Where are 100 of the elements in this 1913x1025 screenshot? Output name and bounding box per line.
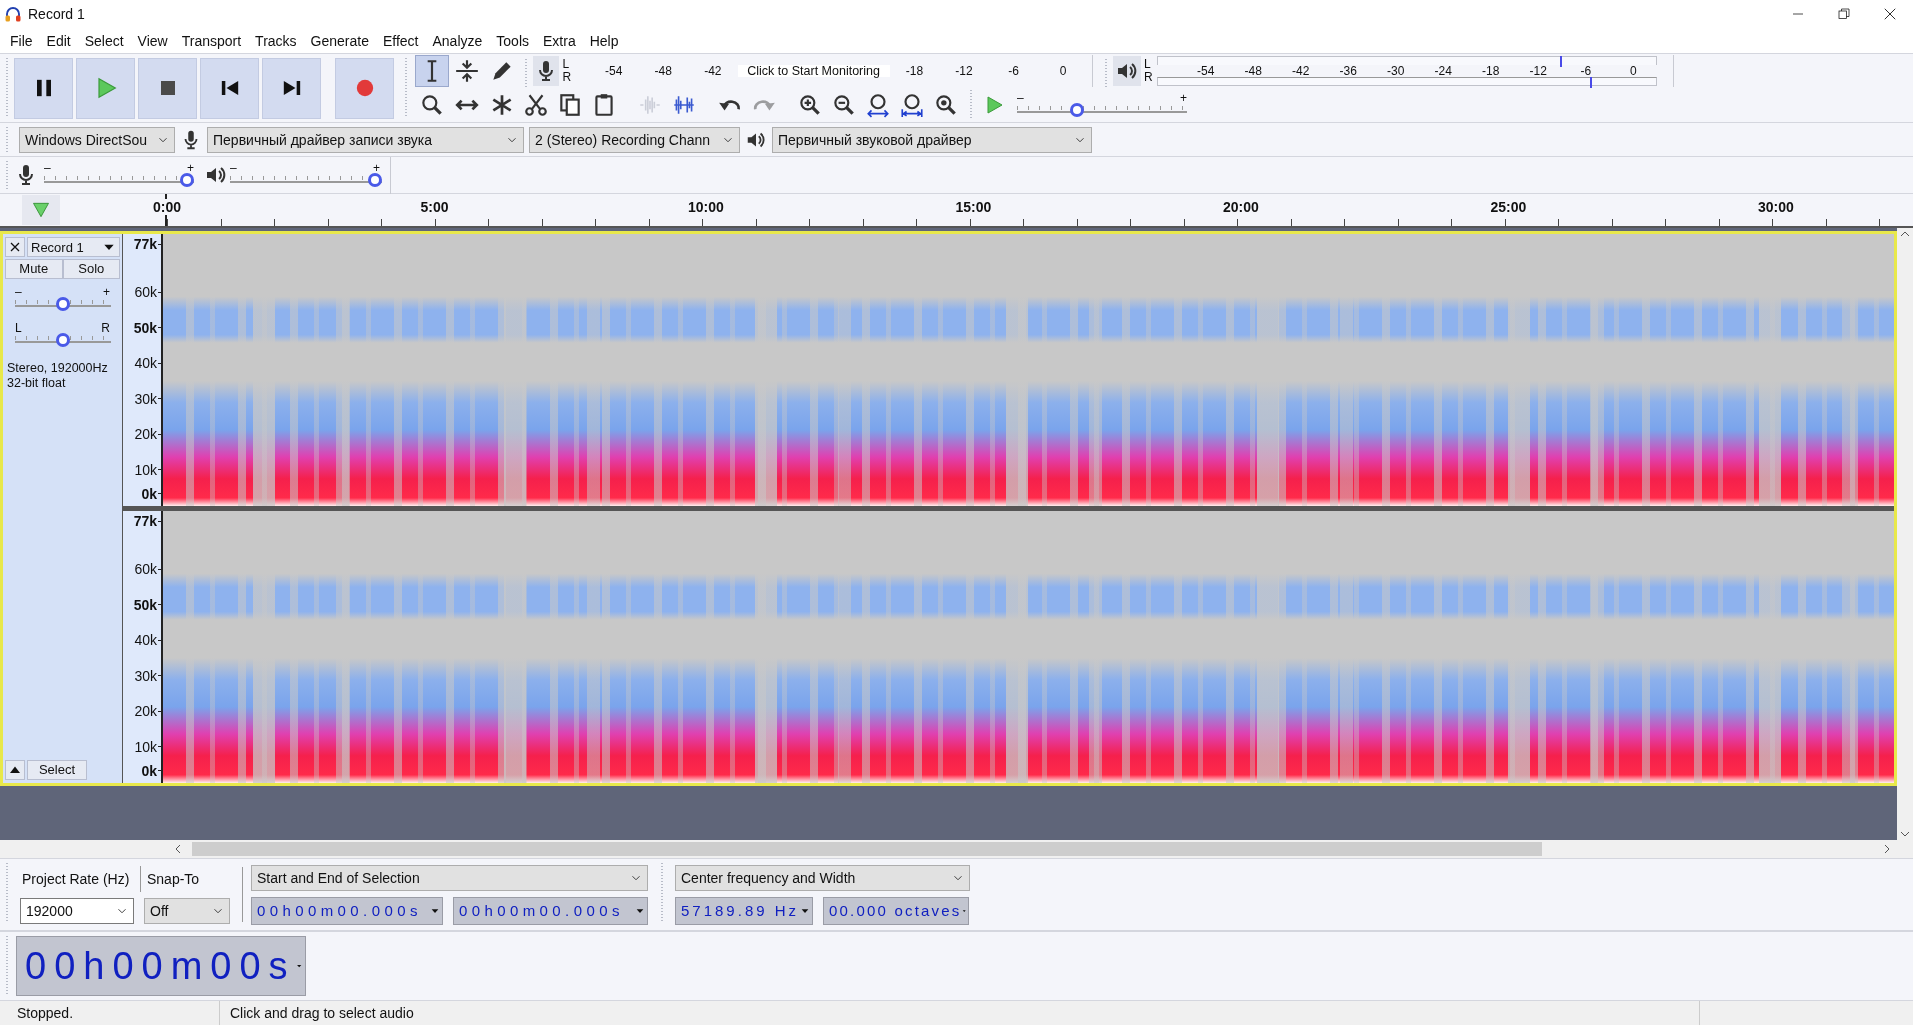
close-icon xyxy=(1883,7,1897,21)
menu-item[interactable]: Effect xyxy=(375,30,426,51)
meter-tick-label: -12 xyxy=(1528,64,1548,77)
skip-to-end-button[interactable] xyxy=(262,57,321,119)
axis-label: 30k xyxy=(134,667,161,684)
record-meter-button[interactable] xyxy=(533,56,560,86)
slider-thumb[interactable] xyxy=(180,173,194,187)
menu-item[interactable]: Select xyxy=(77,30,131,51)
close-track-button[interactable] xyxy=(5,237,25,257)
slider-thumb[interactable] xyxy=(1070,103,1085,117)
selection-mode-dropdown[interactable]: Start and End of Selection xyxy=(251,864,648,891)
collapse-button[interactable] xyxy=(5,760,25,780)
meter-tick-label: -18 xyxy=(904,65,925,77)
envelope-tool-icon xyxy=(454,58,480,84)
scissors-icon xyxy=(523,92,549,118)
meter-tick-label: -24 xyxy=(1433,64,1453,77)
meter-tick-label: -12 xyxy=(954,65,974,77)
center-frequency-field[interactable]: 57189.89 Hz xyxy=(675,896,813,925)
timeline-label: 30:00 xyxy=(1758,199,1794,215)
menu-item[interactable]: Help xyxy=(582,30,626,51)
snap-to-dropdown[interactable]: Off xyxy=(144,897,230,924)
timeline-label: 15:00 xyxy=(955,199,992,215)
timeline-label: 20:00 xyxy=(1223,199,1259,215)
menu-item[interactable]: Tracks xyxy=(248,30,304,51)
status-hint: Click and drag to select audio xyxy=(220,1001,1700,1025)
close-icon xyxy=(9,241,21,253)
tool-button[interactable] xyxy=(415,55,449,87)
menu-item[interactable]: Transport xyxy=(174,30,249,51)
timeline-label: 5:00 xyxy=(420,199,449,215)
meter-tick-label: -18 xyxy=(1481,64,1501,77)
pan-right-label: R xyxy=(101,323,110,333)
menu-item[interactable]: Tools xyxy=(489,30,536,51)
axis-label: 0k xyxy=(141,762,161,779)
solo-button[interactable]: Solo xyxy=(62,259,120,279)
menu-item[interactable]: Edit xyxy=(39,30,78,51)
axis-label: 30k xyxy=(134,390,161,407)
recording-device-dropdown[interactable]: Первичный драйвер записи звука xyxy=(207,126,524,153)
track-info: 32-bit float xyxy=(7,376,67,391)
stop-button[interactable] xyxy=(138,57,197,119)
track-info: Stereo, 192000Hz xyxy=(7,361,109,376)
restore-icon xyxy=(1838,8,1850,20)
record-button[interactable] xyxy=(335,57,394,119)
track-name-menu[interactable]: Record 1 xyxy=(27,237,120,257)
menu-item[interactable]: View xyxy=(130,30,175,51)
axis-label: 77k xyxy=(133,513,161,529)
slider-min-label: – xyxy=(1017,93,1024,103)
meter-tick-label: 0 xyxy=(1628,64,1638,77)
track-panel[interactable]: Record 1 Mute Solo – + L R Stereo, 192000Hz 32-bit float Select 77k 60k 50k 40k 30k 20k 10k 0k 77k 60k 50k 40k 30k 20k 10k 0k xyxy=(0,231,1897,786)
playback-device-dropdown[interactable]: Первичный звуковой драйвер xyxy=(772,126,1092,153)
meter-tick-label: -42 xyxy=(1291,64,1311,77)
slider-max-label: + xyxy=(373,163,380,173)
channels-dropdown[interactable]: 2 (Stereo) Recording Chann xyxy=(529,126,740,153)
meter-tick-label: -30 xyxy=(1386,64,1406,77)
frequency-width-field[interactable]: 00.000 octaves xyxy=(823,896,969,925)
pan-left-label: L xyxy=(15,323,22,333)
slider-thumb[interactable] xyxy=(368,173,382,187)
selection-end-time[interactable]: 00h00m00.000s xyxy=(453,896,648,925)
play-meter-button[interactable] xyxy=(1113,56,1141,86)
fit-selection-icon xyxy=(865,92,891,118)
menu-item[interactable]: File xyxy=(3,30,40,51)
axis-label: 10k xyxy=(134,461,161,478)
snap-to-label: Snap-To xyxy=(140,865,230,892)
window-title: Record 1 xyxy=(28,6,86,22)
slider-thumb[interactable] xyxy=(56,333,70,347)
monitoring-prompt[interactable]: Click to Start Monitoring xyxy=(737,65,890,77)
audio-position-time[interactable]: 00h00m00s xyxy=(16,936,306,996)
select-track-button[interactable]: Select xyxy=(27,760,87,780)
slider-thumb[interactable] xyxy=(56,297,70,311)
axis-label: 20k xyxy=(134,703,161,719)
skip-to-start-button[interactable] xyxy=(200,57,259,119)
channel-label: L xyxy=(562,58,571,71)
menu-item[interactable]: Generate xyxy=(303,30,376,51)
channel-label: R xyxy=(1144,71,1154,84)
scrollbar-thumb[interactable] xyxy=(192,842,1542,856)
host-dropdown[interactable]: Windows DirectSou xyxy=(19,126,175,153)
meter-tick-label: -54 xyxy=(603,65,624,77)
spectral-selection-dropdown[interactable]: Center frequency and Width xyxy=(675,864,970,891)
meter-tick-label: 0 xyxy=(1058,65,1068,77)
meter-tick-label: -6 xyxy=(1007,65,1020,77)
pause-button[interactable] xyxy=(14,57,73,119)
recording-meter[interactable]: -54 -48 -42 Click to Start Monitoring -18 -12 -6 0 xyxy=(574,56,1088,86)
axis-label: 50k xyxy=(133,596,161,613)
meter-tick-label: -6 xyxy=(1579,64,1593,77)
menu-item[interactable]: Extra xyxy=(536,30,583,51)
slider-min-label: – xyxy=(230,163,237,173)
timeline-label: 25:00 xyxy=(1490,199,1527,215)
channel-label: R xyxy=(562,71,572,84)
menu-item[interactable]: Analyze xyxy=(425,30,490,51)
selection-start-time[interactable]: 00h00m00.000s xyxy=(251,896,443,925)
zoom-toggle-icon xyxy=(933,92,959,118)
triangle-icon xyxy=(31,200,51,220)
mute-button[interactable]: Mute xyxy=(5,259,63,279)
project-rate-dropdown[interactable]: 192000 xyxy=(20,897,134,924)
axis-label: 77k xyxy=(133,236,161,252)
horizontal-scrollbar[interactable] xyxy=(0,840,1913,858)
slider-min-label: – xyxy=(44,163,51,173)
axis-label: 40k xyxy=(134,632,161,648)
vertical-scrollbar[interactable] xyxy=(1897,228,1913,840)
axis-label: 10k xyxy=(134,738,161,755)
axis-label: 50k xyxy=(133,319,161,336)
